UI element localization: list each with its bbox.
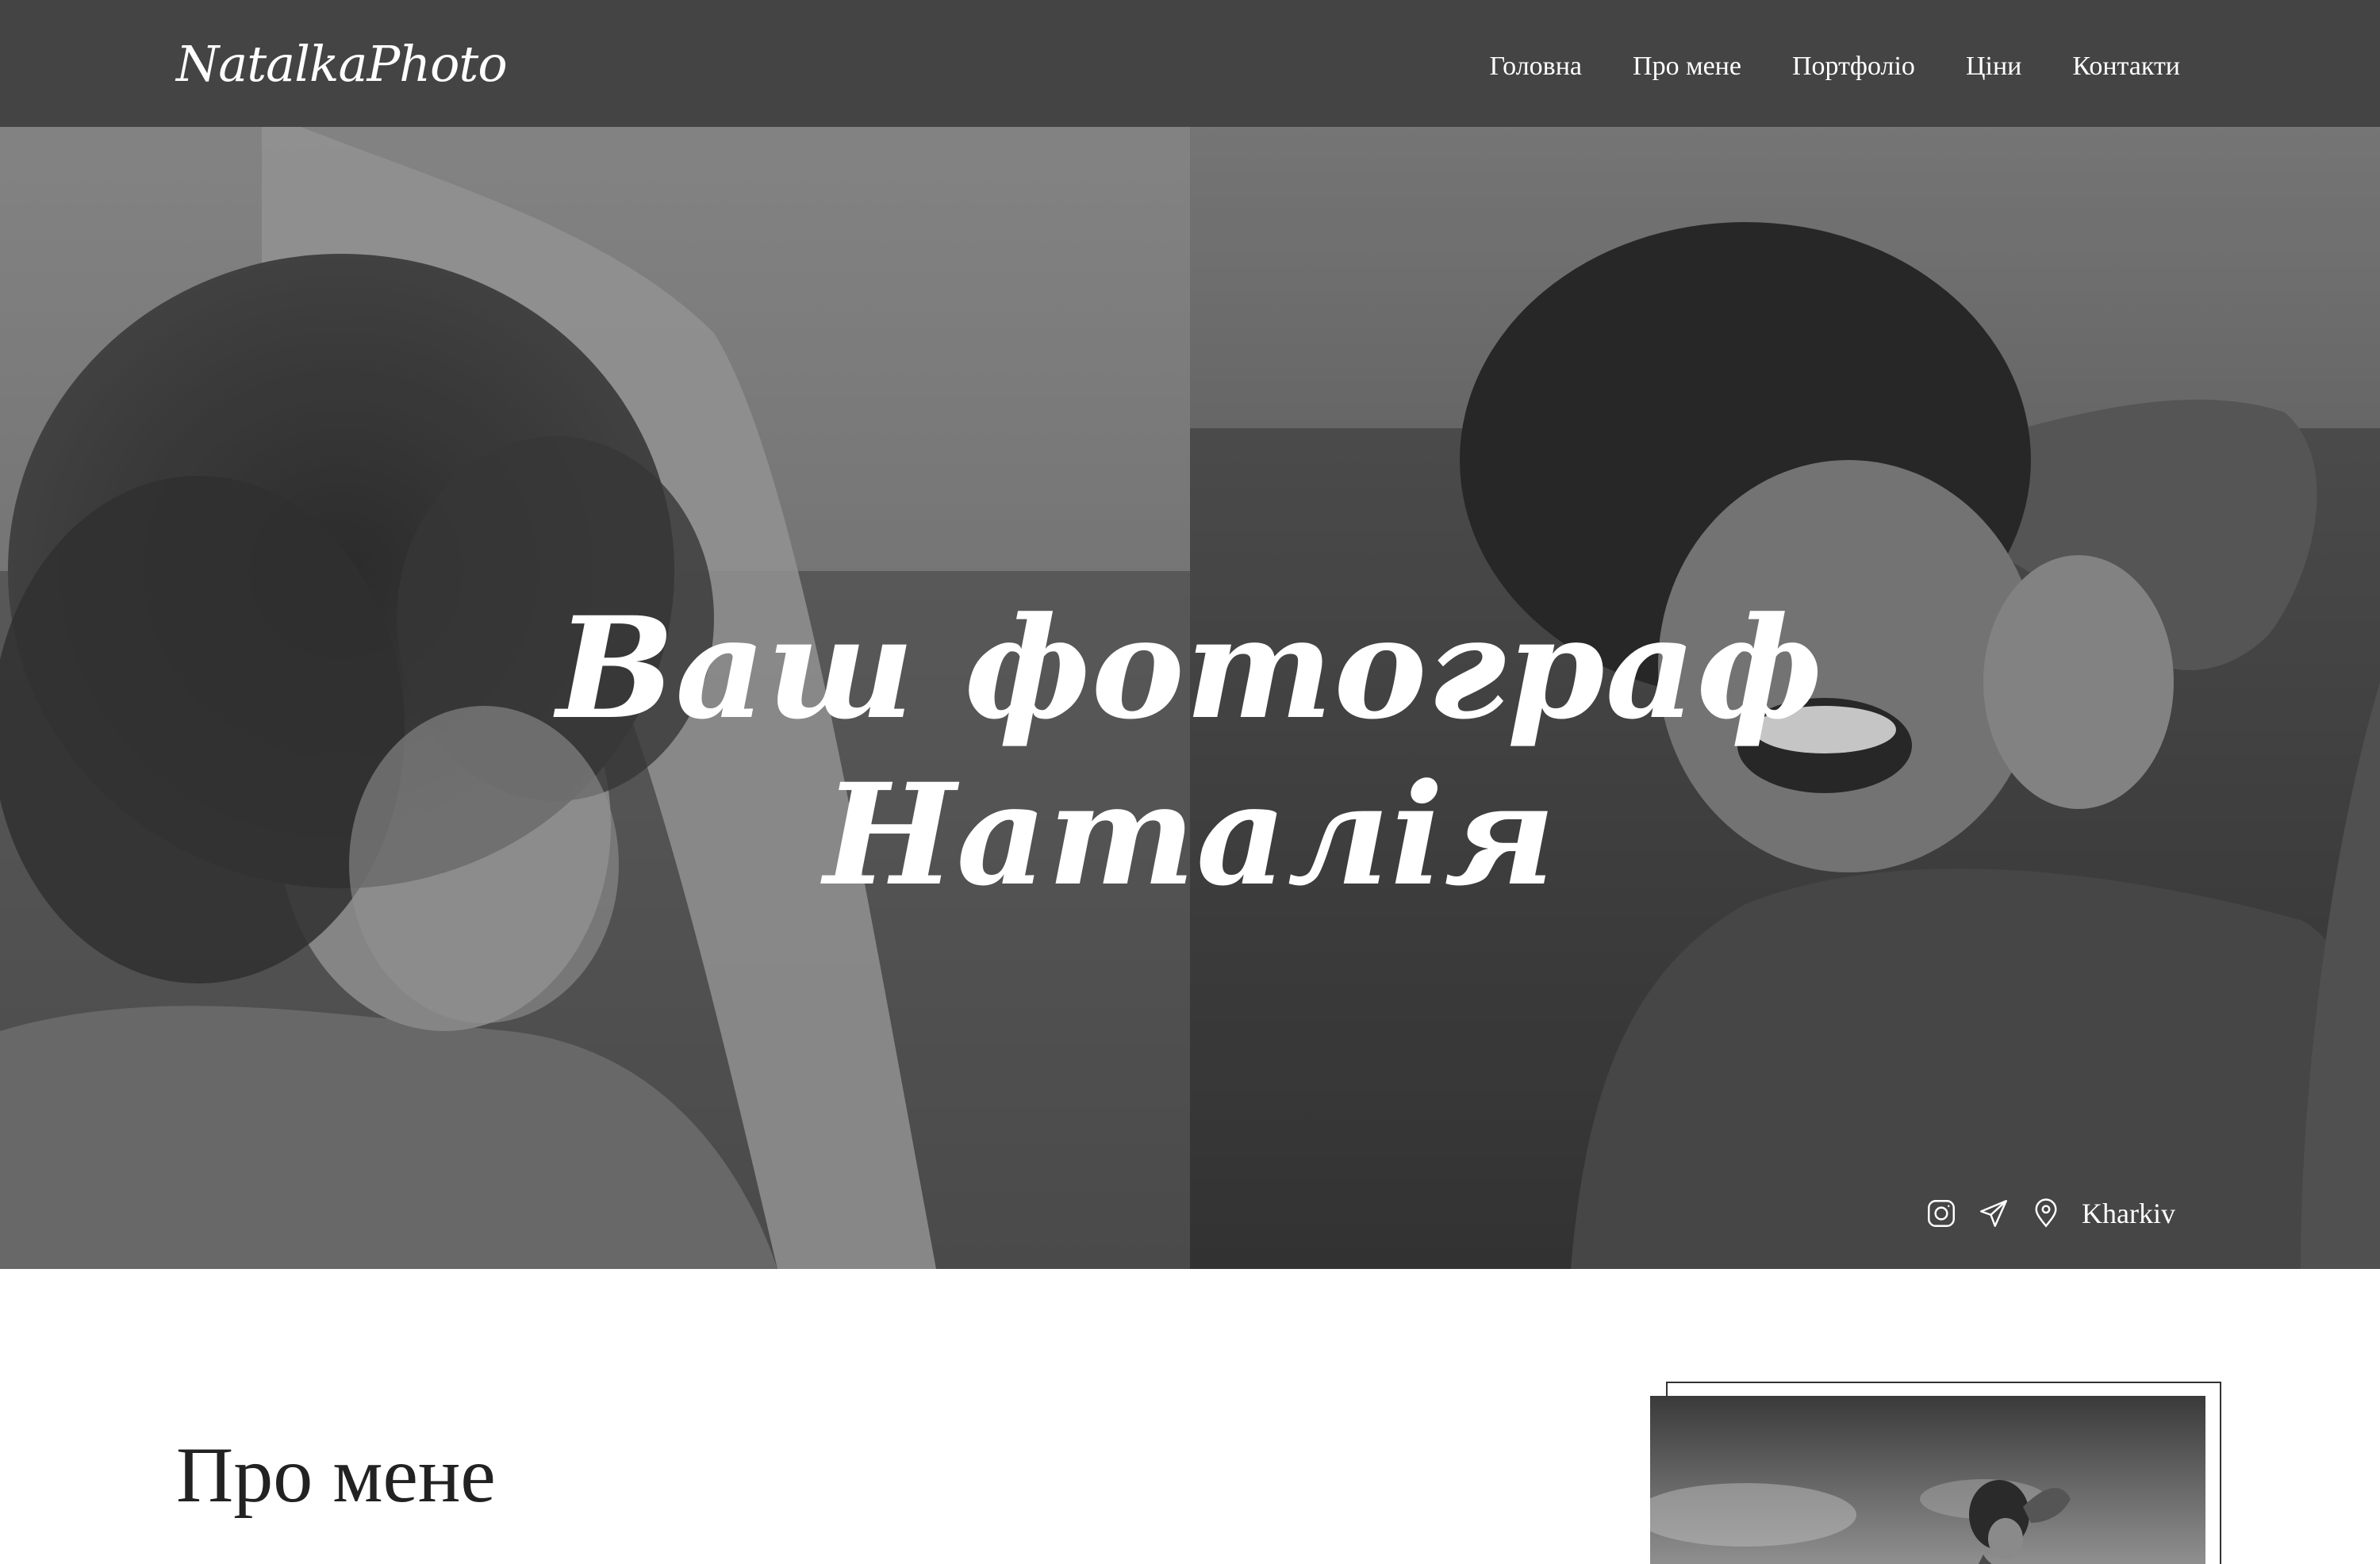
hero-section: Ваш фотограф Наталія Kharkiv bbox=[0, 127, 2380, 1269]
about-title: Про мене bbox=[176, 1431, 496, 1519]
instagram-icon[interactable] bbox=[1925, 1197, 1958, 1230]
nav-item-portfolio[interactable]: Портфоліо bbox=[1792, 52, 1915, 82]
site-logo[interactable]: NatalkaPhoto bbox=[176, 21, 508, 108]
location-pin-icon[interactable] bbox=[2029, 1197, 2063, 1230]
nav-item-contacts[interactable]: Контакти bbox=[2072, 52, 2180, 82]
about-photo bbox=[1650, 1396, 2205, 1564]
nav-item-about[interactable]: Про мене bbox=[1633, 52, 1741, 82]
hero-title-line-1: Ваш фотограф bbox=[556, 585, 1824, 750]
site-header: NatalkaPhoto Головна Про мене Портфоліо … bbox=[0, 0, 2380, 127]
hero-title: Ваш фотограф Наталія bbox=[0, 585, 2380, 918]
telegram-icon[interactable] bbox=[1977, 1197, 2010, 1230]
nav-item-home[interactable]: Головна bbox=[1489, 52, 1582, 82]
hero-title-line-2: Наталія bbox=[823, 752, 1557, 917]
about-section: Про мене bbox=[0, 1269, 2380, 1564]
nav-item-prices[interactable]: Ціни bbox=[1966, 52, 2021, 82]
hero-social-bar: Kharkiv bbox=[1925, 1182, 2175, 1245]
location-label: Kharkiv bbox=[2082, 1198, 2175, 1229]
main-nav: Головна Про мене Портфоліо Ціни Контакти bbox=[1489, 0, 2180, 133]
